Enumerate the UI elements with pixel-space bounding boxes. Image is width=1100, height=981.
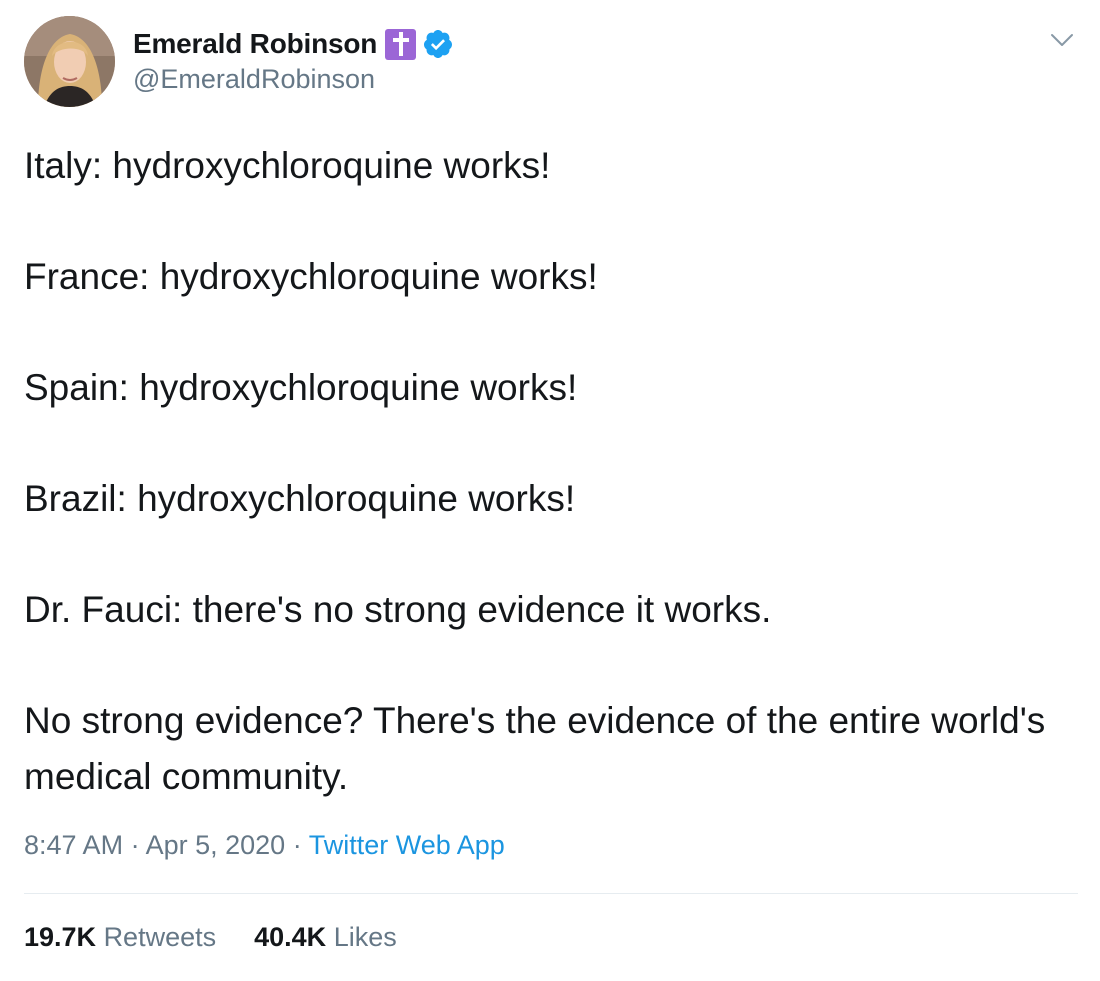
meta-separator: · — [130, 830, 146, 860]
tweet-date[interactable]: Apr 5, 2020 — [146, 830, 286, 860]
chevron-down-icon[interactable] — [1048, 26, 1076, 54]
avatar-image — [24, 16, 115, 107]
tweet-line: France: hydroxychloroquine works! — [24, 256, 598, 297]
likes-label: Likes — [333, 922, 397, 952]
meta-separator: · — [292, 830, 309, 860]
tweet-meta: 8:47 AM · Apr 5, 2020 · Twitter Web App — [24, 830, 505, 861]
author-block: Emerald Robinson @EmeraldRobinson — [133, 26, 454, 95]
tweet-text: Italy: hydroxychloroquine works! France:… — [24, 138, 1064, 804]
tweet-stats: 19.7K Retweets 40.4K Likes — [24, 922, 435, 953]
tweet-line: Spain: hydroxychloroquine works! — [24, 367, 578, 408]
tweet-line: Italy: hydroxychloroquine works! — [24, 145, 551, 186]
tweet-source-link[interactable]: Twitter Web App — [309, 830, 505, 860]
likes-stat[interactable]: 40.4K Likes — [254, 922, 397, 953]
avatar[interactable] — [24, 16, 115, 107]
verified-badge-icon — [422, 28, 454, 60]
display-name[interactable]: Emerald Robinson — [133, 28, 377, 60]
latin-cross-icon — [385, 28, 417, 60]
retweets-stat[interactable]: 19.7K Retweets — [24, 922, 216, 953]
tweet-line: Dr. Fauci: there's no strong evidence it… — [24, 589, 772, 630]
likes-count: 40.4K — [254, 922, 334, 952]
retweets-label: Retweets — [103, 922, 217, 952]
retweets-count: 19.7K — [24, 922, 104, 952]
display-name-row: Emerald Robinson — [133, 26, 454, 62]
tweet-card: Emerald Robinson @EmeraldRobinson Italy:… — [0, 0, 1100, 981]
tweet-time[interactable]: 8:47 AM — [24, 830, 123, 860]
divider — [24, 893, 1078, 894]
tweet-line: Brazil: hydroxychloroquine works! — [24, 478, 576, 519]
handle[interactable]: @EmeraldRobinson — [133, 64, 454, 95]
tweet-line: No strong evidence? There's the evidence… — [24, 700, 1046, 797]
